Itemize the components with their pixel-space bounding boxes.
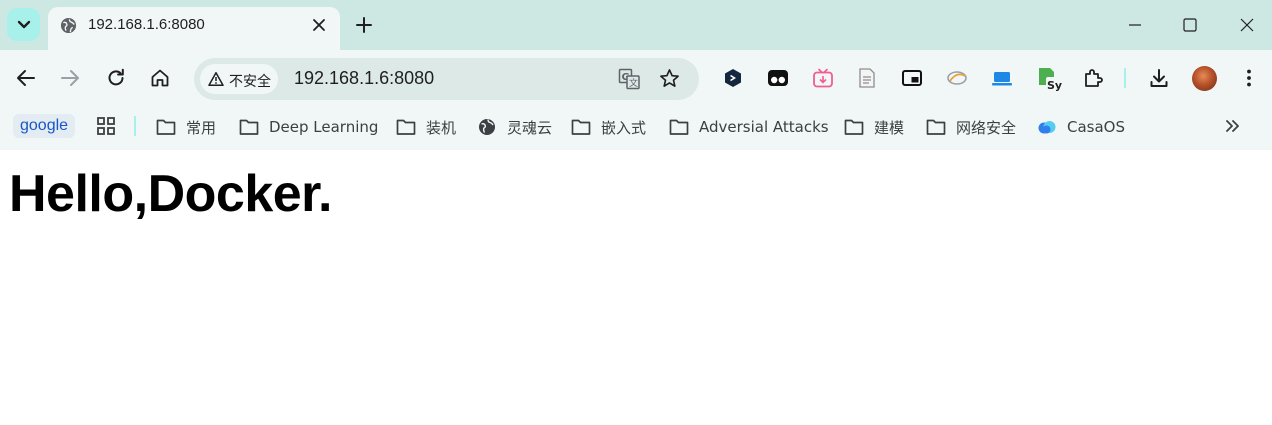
bookmark-label: 建模 [874, 118, 905, 137]
bookmark-folder-common[interactable]: 常用 [156, 115, 216, 139]
page-content: Hello,Docker. [0, 150, 1272, 425]
tab-search-button[interactable] [7, 8, 40, 41]
folder-icon [669, 119, 689, 135]
toolbar-divider [1124, 68, 1126, 88]
profile-avatar[interactable] [1192, 66, 1217, 91]
security-label: 不安全 [229, 74, 271, 90]
forward-icon[interactable] [59, 67, 81, 89]
picture-in-picture-icon[interactable] [901, 67, 923, 89]
window-close-icon[interactable] [1238, 16, 1256, 34]
folder-icon [926, 119, 946, 135]
site-info-chip[interactable]: 不安全 [200, 64, 278, 94]
extension-tv-icon[interactable] [812, 67, 834, 89]
reload-icon[interactable] [105, 67, 127, 89]
home-icon[interactable] [149, 67, 171, 89]
folder-icon [156, 119, 176, 135]
toolbar: 不安全 192.168.1.6:8080 G文 Sy [0, 50, 1272, 106]
three-dots-icon[interactable] [1238, 67, 1260, 89]
page-heading: Hello,Docker. [9, 165, 332, 223]
bookmark-folder-network-security[interactable]: 网络安全 [926, 115, 1016, 139]
extension-laptop-icon[interactable] [991, 67, 1013, 89]
extension-hexagon-icon[interactable] [722, 67, 744, 89]
bookmark-folder-modeling[interactable]: 建模 [844, 115, 904, 139]
bookmark-google[interactable]: google [13, 114, 76, 138]
minimize-icon[interactable] [1126, 16, 1144, 34]
star-icon[interactable] [659, 68, 680, 89]
extension-swirl-icon[interactable] [946, 67, 968, 89]
bookmark-label: Adversial Attacks [699, 118, 829, 136]
bookmark-folder-adversial-attacks[interactable]: Adversial Attacks [669, 115, 829, 139]
svg-text:Sy: Sy [1047, 79, 1062, 92]
warning-triangle-icon [208, 72, 224, 86]
address-bar[interactable]: 不安全 192.168.1.6:8080 G文 [194, 58, 699, 100]
bookmark-casaos[interactable]: CasaOS [1037, 115, 1125, 139]
apps-grid-icon[interactable] [96, 116, 116, 136]
chevron-down-icon [17, 20, 30, 28]
tab-title: 192.168.1.6:8080 [88, 16, 205, 33]
folder-icon [239, 119, 259, 135]
tab-strip: 192.168.1.6:8080 [0, 0, 1272, 50]
extension-document-icon[interactable] [856, 67, 878, 89]
bookmark-label: 嵌入式 [601, 118, 647, 137]
bookmark-linghunyun[interactable]: 灵魂云 [477, 115, 552, 139]
bookmark-folder-deep-learning[interactable]: Deep Learning [239, 115, 378, 139]
globe-icon [479, 119, 495, 135]
extensions-puzzle-icon[interactable] [1082, 67, 1104, 89]
bookmark-label: CasaOS [1067, 118, 1126, 136]
chevron-double-right-icon[interactable] [1222, 116, 1242, 136]
bookmarks-divider [134, 116, 136, 136]
svg-text:文: 文 [629, 77, 638, 89]
back-icon[interactable] [15, 67, 37, 89]
bookmark-label: Deep Learning [269, 118, 379, 136]
bookmark-folder-install[interactable]: 装机 [396, 115, 456, 139]
extension-glasses-icon[interactable] [767, 67, 789, 89]
globe-icon [60, 17, 77, 34]
cloud-icon [1038, 121, 1056, 134]
translate-icon[interactable]: G文 [618, 68, 640, 90]
folder-icon [396, 119, 416, 135]
new-tab-icon[interactable] [354, 15, 374, 35]
maximize-icon[interactable] [1181, 16, 1199, 34]
download-icon[interactable] [1148, 67, 1170, 89]
bookmark-label: 网络安全 [956, 118, 1017, 137]
bookmark-folder-embedded[interactable]: 嵌入式 [571, 115, 646, 139]
bookmark-label: 装机 [426, 118, 457, 137]
url-text[interactable]: 192.168.1.6:8080 [294, 68, 434, 89]
close-tab-icon[interactable] [310, 16, 328, 34]
active-tab[interactable]: 192.168.1.6:8080 [48, 7, 340, 50]
extension-sy-icon[interactable]: Sy [1036, 65, 1064, 93]
bookmark-label: 常用 [186, 118, 217, 137]
bookmarks-bar: google 常用 Deep Learning 装机 灵魂云 嵌入式 Adver… [0, 106, 1272, 150]
bookmark-label: 灵魂云 [507, 118, 553, 137]
folder-icon [571, 119, 591, 135]
folder-icon [844, 119, 864, 135]
